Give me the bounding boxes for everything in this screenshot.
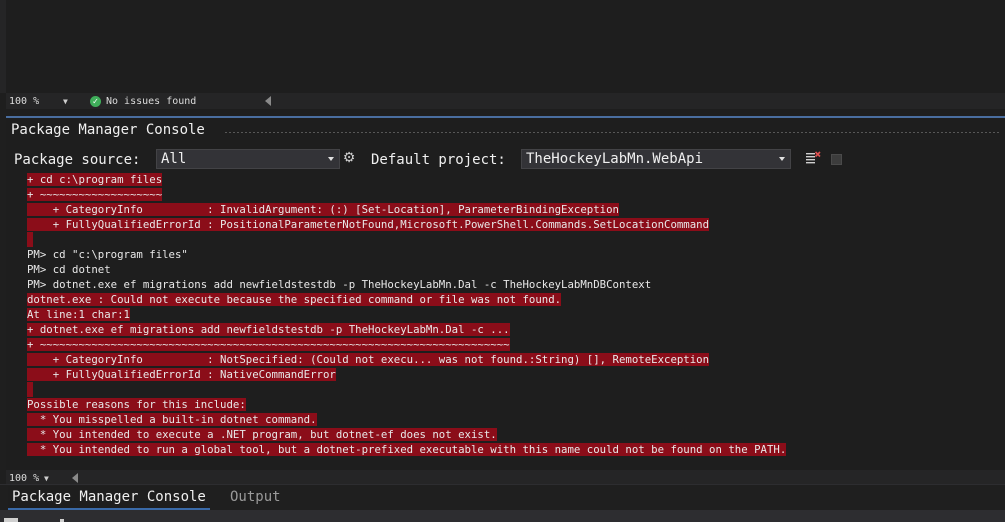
console-line-text: + cd c:\program files xyxy=(27,173,163,186)
console-line-text: Possible reasons for this include: xyxy=(27,398,246,411)
chevron-down-icon: ▼ xyxy=(63,96,68,106)
scroll-left-icon[interactable] xyxy=(72,473,78,483)
default-project-value: TheHockeyLabMn.WebApi xyxy=(526,151,704,167)
console-line: + dotnet.exe ef migrations add newfields… xyxy=(27,322,510,337)
console-line: + ~~~~~~~~~~~~~~~~~~~ xyxy=(27,187,163,202)
console-line: Possible reasons for this include: xyxy=(27,397,246,412)
console-line-text: At line:1 char:1 xyxy=(27,308,130,321)
console-line-text: + FullyQualifiedErrorId : NativeCommandE… xyxy=(27,368,336,381)
editor-zoom-dropdown[interactable]: 100 % ▼ xyxy=(9,93,68,109)
console-line-text: * You misspelled a built-in dotnet comma… xyxy=(27,413,317,426)
console-line: PM> dotnet.exe ef migrations add newfiel… xyxy=(27,277,651,292)
console-line: + cd c:\program files xyxy=(27,172,163,187)
issues-text: No issues found xyxy=(106,95,197,107)
pmc-title: Package Manager Console xyxy=(11,122,205,138)
console-line-text: + dotnet.exe ef migrations add newfields… xyxy=(27,323,510,336)
default-project-label: Default project: xyxy=(371,152,506,168)
console-line: * You misspelled a built-in dotnet comma… xyxy=(27,412,317,427)
console-line: + ~~~~~~~~~~~~~~~~~~~~~~~~~~~~~~~~~~~~~~… xyxy=(27,337,510,352)
default-project-select[interactable]: TheHockeyLabMn.WebApi xyxy=(521,149,791,169)
editor-text-area[interactable] xyxy=(6,0,1005,93)
console-line-text: PM> cd "c:\program files" xyxy=(27,248,188,261)
console-line-text: PM> cd dotnet xyxy=(27,263,111,276)
issues-indicator[interactable]: ✓ No issues found xyxy=(90,93,196,109)
console-line: At line:1 char:1 xyxy=(27,307,130,322)
console-line xyxy=(27,232,33,247)
title-grip[interactable] xyxy=(224,131,1001,133)
gear-icon[interactable]: ⚙ xyxy=(342,151,356,165)
console-line-text: * You intended to run a global tool, but… xyxy=(27,443,787,456)
chevron-down-icon xyxy=(779,157,785,161)
console-line: dotnet.exe : Could not execute because t… xyxy=(27,292,562,307)
console-line-text: dotnet.exe : Could not execute because t… xyxy=(27,293,562,306)
tool-window-tabs: Package Manager Console Output xyxy=(0,484,1005,511)
scroll-left-icon[interactable] xyxy=(265,96,271,106)
console-line: PM> cd dotnet xyxy=(27,262,111,277)
console-line-text: * You intended to execute a .NET program… xyxy=(27,428,497,441)
package-source-label: Package source: xyxy=(14,152,141,168)
status-bar xyxy=(0,510,1005,522)
stop-command-icon[interactable] xyxy=(831,154,842,165)
console-zoom-value: 100 % xyxy=(9,472,40,484)
check-circle-icon: ✓ xyxy=(90,95,101,107)
console-line-text: + FullyQualifiedErrorId : PositionalPara… xyxy=(27,218,710,231)
status-icon xyxy=(4,518,18,522)
console-line-text: + ~~~~~~~~~~~~~~~~~~~~~~~~~~~~~~~~~~~~~~… xyxy=(27,338,510,351)
chevron-down-icon xyxy=(328,157,334,161)
console-line: + CategoryInfo : InvalidArgument: (:) [S… xyxy=(27,202,619,217)
chevron-down-icon: ▼ xyxy=(44,473,49,483)
editor-pane: 100 % ▼ ✓ No issues found xyxy=(0,0,1005,110)
console-line xyxy=(27,382,33,397)
editor-status-bar: 100 % ▼ ✓ No issues found xyxy=(6,93,1005,109)
console-line: * You intended to execute a .NET program… xyxy=(27,427,497,442)
tab-package-manager-console[interactable]: Package Manager Console xyxy=(8,486,210,510)
console-line: + FullyQualifiedErrorId : NativeCommandE… xyxy=(27,367,336,382)
console-line-text: PM> dotnet.exe ef migrations add newfiel… xyxy=(27,278,652,291)
console-line-text: + ~~~~~~~~~~~~~~~~~~~ xyxy=(27,188,163,201)
package-source-select[interactable]: All xyxy=(156,149,340,169)
console-line-text: + CategoryInfo : NotSpecified: (Could no… xyxy=(27,353,710,366)
package-manager-console: Package Manager Console Package source: … xyxy=(6,116,1005,486)
console-line: * You intended to run a global tool, but… xyxy=(27,442,787,457)
editor-zoom-value: 100 % xyxy=(9,95,40,107)
console-line: + CategoryInfo : NotSpecified: (Could no… xyxy=(27,352,710,367)
tab-output[interactable]: Output xyxy=(226,486,285,508)
console-output[interactable]: + cd c:\program files + ~~~~~~~~~~~~~~~~~… xyxy=(6,172,1005,468)
console-line: PM> cd "c:\program files" xyxy=(27,247,188,262)
clear-console-icon[interactable] xyxy=(805,151,821,165)
pmc-toolbar: Package source: All ⚙ Default project: T… xyxy=(6,148,1005,172)
console-line: + FullyQualifiedErrorId : PositionalPara… xyxy=(27,217,710,232)
console-line-text: + CategoryInfo : InvalidArgument: (:) [S… xyxy=(27,203,619,216)
package-source-value: All xyxy=(161,151,187,167)
